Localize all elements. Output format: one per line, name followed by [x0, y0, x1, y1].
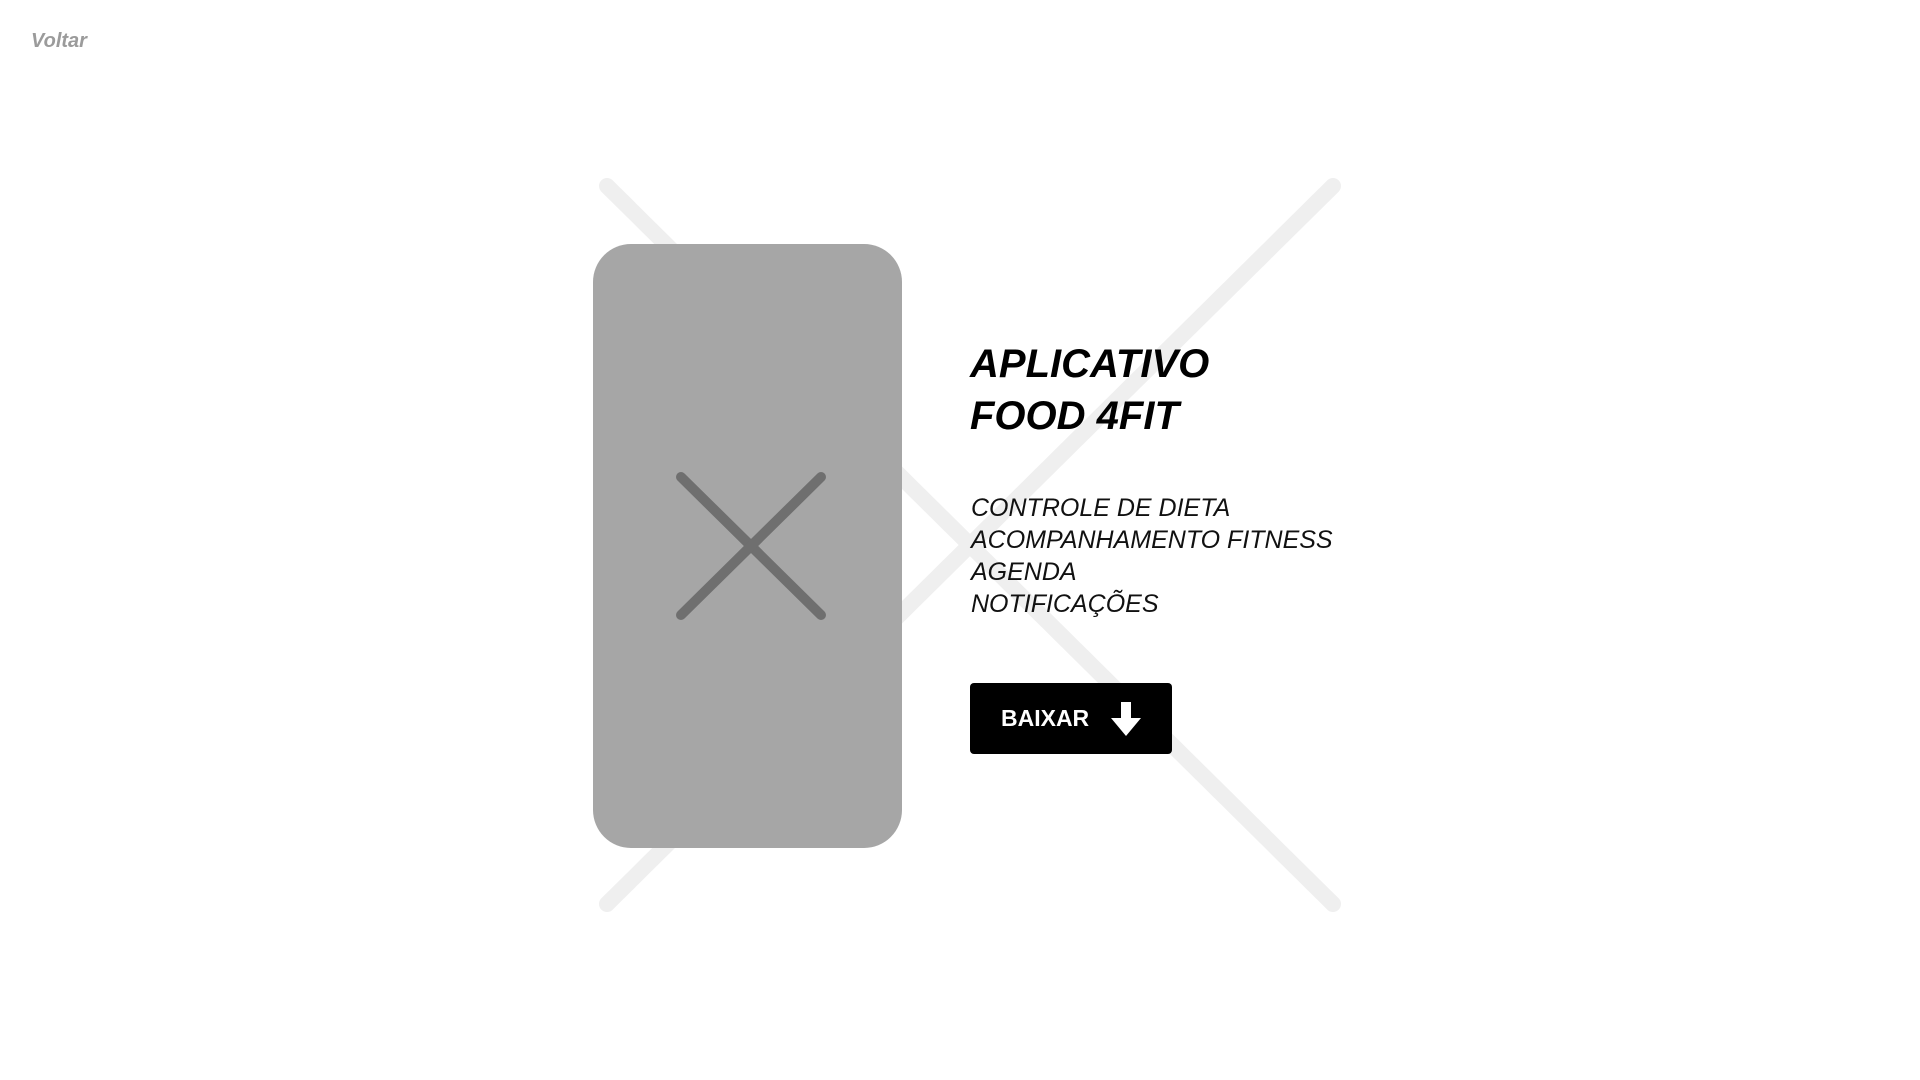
feature-list: CONTROLE DE DIETA ACOMPANHAMENTO FITNESS… — [971, 492, 1333, 620]
download-button[interactable]: BAIXAR — [970, 683, 1172, 754]
title-line-2: FOOD 4FIT — [970, 394, 1179, 438]
download-button-label: BAIXAR — [1001, 705, 1090, 731]
feature-item: AGENDA — [971, 558, 1077, 586]
title-line-1: APLICATIVO — [970, 342, 1210, 386]
page: Voltar APLICATIVO FOOD 4FIT CONTROLE DE … — [0, 0, 1920, 1080]
page-title: APLICATIVO FOOD 4FIT — [970, 338, 1209, 442]
feature-item: NOTIFICAÇÕES — [971, 590, 1159, 618]
feature-item: ACOMPANHAMENTO FITNESS — [971, 526, 1333, 554]
feature-item: CONTROLE DE DIETA — [971, 494, 1231, 522]
back-link[interactable]: Voltar — [31, 30, 87, 53]
image-placeholder-icon — [676, 472, 826, 620]
arrow-down-icon — [1111, 701, 1142, 736]
